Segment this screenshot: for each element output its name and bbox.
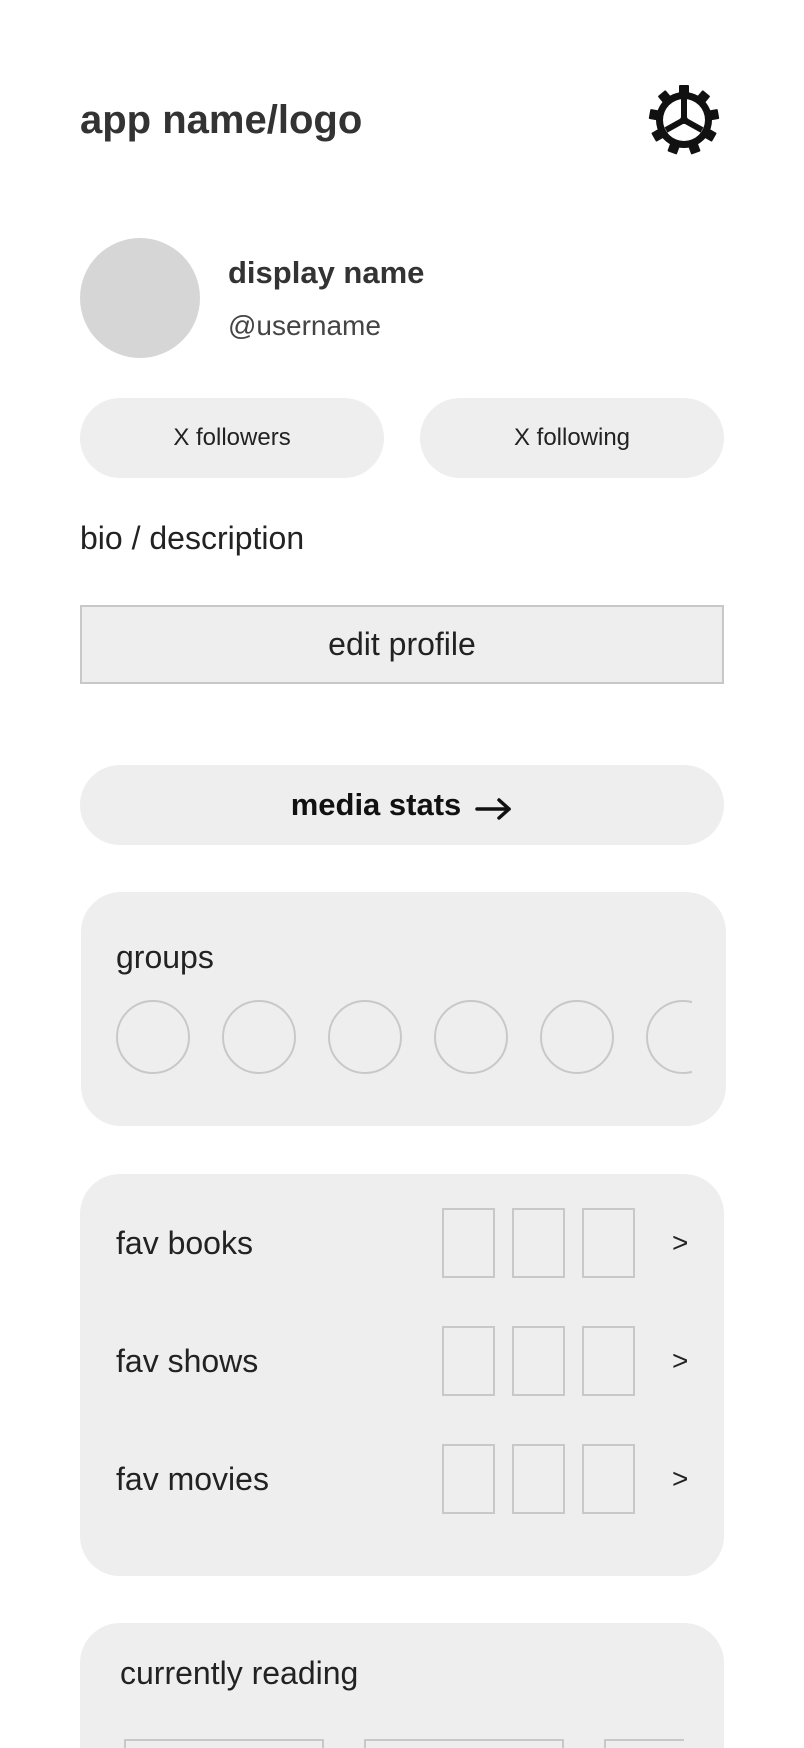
- fav-shows-item[interactable]: [442, 1326, 495, 1396]
- fav-books-item[interactable]: [582, 1208, 635, 1278]
- fav-movies-chevron[interactable]: >: [672, 1462, 688, 1496]
- gear-icon[interactable]: [648, 84, 720, 156]
- currently-reading-title: currently reading: [120, 1655, 359, 1691]
- fav-books-chevron[interactable]: >: [672, 1226, 688, 1260]
- media-stats-label: media stats: [290, 787, 462, 822]
- following-button[interactable]: X following: [420, 398, 724, 478]
- arrow-right-icon: [475, 793, 513, 820]
- group-avatar[interactable]: [646, 1000, 692, 1074]
- groups-list[interactable]: [116, 1000, 692, 1076]
- fav-movies-item[interactable]: [582, 1444, 635, 1514]
- fav-shows-chevron[interactable]: >: [672, 1344, 688, 1378]
- currently-reading-list[interactable]: [80, 1738, 684, 1748]
- fav-books-label: fav books: [116, 1225, 253, 1261]
- groups-title: groups: [116, 939, 214, 975]
- edit-profile-button[interactable]: edit profile: [80, 605, 724, 684]
- group-avatar[interactable]: [222, 1000, 296, 1074]
- username: @username: [228, 310, 381, 341]
- group-avatar[interactable]: [434, 1000, 508, 1074]
- app-title: app name/logo: [80, 98, 363, 142]
- group-avatar[interactable]: [328, 1000, 402, 1074]
- fav-movies-item[interactable]: [442, 1444, 495, 1514]
- reading-item[interactable]: [604, 1739, 684, 1748]
- reading-item[interactable]: [364, 1739, 564, 1748]
- avatar[interactable]: [80, 238, 200, 358]
- fav-shows-item[interactable]: [582, 1326, 635, 1396]
- reading-item[interactable]: [124, 1739, 324, 1748]
- display-name: display name: [228, 255, 425, 290]
- group-avatar[interactable]: [116, 1000, 190, 1074]
- fav-books-item[interactable]: [442, 1208, 495, 1278]
- fav-books-item[interactable]: [512, 1208, 565, 1278]
- followers-button[interactable]: X followers: [80, 398, 384, 478]
- media-stats-button[interactable]: media stats: [80, 765, 724, 845]
- fav-movies-item[interactable]: [512, 1444, 565, 1514]
- fav-shows-label: fav shows: [116, 1343, 259, 1379]
- fav-shows-item[interactable]: [512, 1326, 565, 1396]
- group-avatar[interactable]: [540, 1000, 614, 1074]
- bio-text: bio / description: [80, 520, 305, 556]
- fav-movies-label: fav movies: [116, 1461, 269, 1497]
